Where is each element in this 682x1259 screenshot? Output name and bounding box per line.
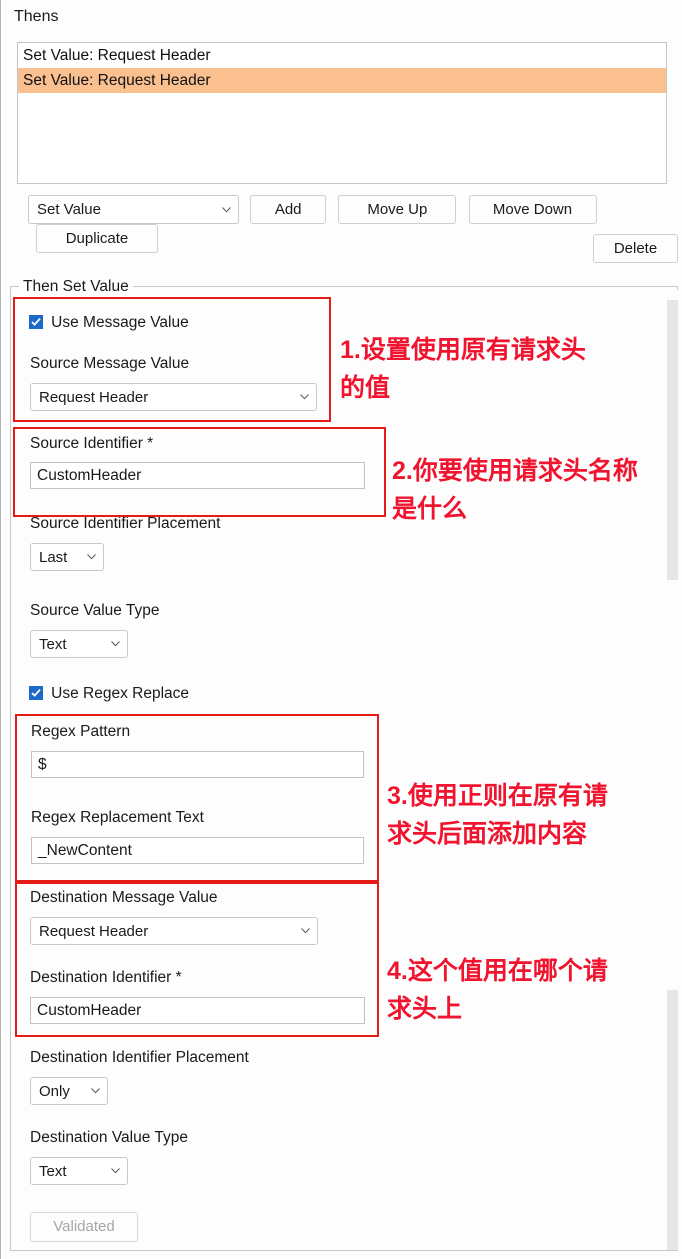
source-value-type-select[interactable]: Text	[30, 630, 128, 658]
annotation-text-1: 1.设置使用原有请求头 的值	[340, 336, 586, 402]
chevron-down-icon	[301, 928, 310, 934]
destination-message-value-label: Destination Message Value	[30, 889, 218, 906]
add-button[interactable]: Add	[250, 195, 327, 224]
action-type-select-value: Set Value	[37, 201, 101, 218]
source-identifier-label: Source Identifier *	[30, 435, 154, 452]
chevron-down-icon	[111, 641, 120, 647]
delete-button[interactable]: Delete	[593, 234, 678, 263]
source-value-type-label: Source Value Type	[30, 602, 160, 619]
list-item[interactable]: Set Value: Request Header	[18, 43, 666, 68]
action-type-select[interactable]: Set Value	[28, 195, 239, 224]
chevron-down-icon	[91, 1088, 100, 1094]
destination-identifier-placement-select[interactable]: Only	[30, 1077, 108, 1105]
destination-identifier-label: Destination Identifier *	[30, 969, 182, 986]
source-identifier-input[interactable]: CustomHeader	[30, 462, 365, 489]
groupbox-border-right	[123, 286, 678, 287]
chevron-down-icon	[300, 394, 309, 400]
then-set-value-panel: Thens Set Value: Request Header Set Valu…	[0, 0, 682, 1259]
destination-message-value-select[interactable]: Request Header	[30, 917, 318, 945]
use-message-value-checkbox[interactable]: Use Message Value	[29, 314, 189, 332]
chevron-down-icon	[222, 206, 231, 213]
source-message-value-select[interactable]: Request Header	[30, 383, 317, 411]
move-up-button[interactable]: Move Up	[338, 195, 457, 224]
use-message-value-label: Use Message Value	[51, 314, 189, 331]
regex-replacement-label: Regex Replacement Text	[31, 809, 204, 826]
source-identifier-placement-select-value: Last	[39, 549, 68, 566]
move-down-button[interactable]: Move Down	[468, 195, 597, 224]
scrollbar-thumb-lower[interactable]	[667, 990, 678, 1250]
annotation-text-2: 2.你要使用请求头名称 是什么	[392, 457, 638, 523]
use-regex-replace-label: Use Regex Replace	[51, 685, 190, 702]
destination-message-value-select-value: Request Header	[39, 923, 149, 940]
validated-button: Validated	[30, 1212, 138, 1242]
destination-identifier-input[interactable]: CustomHeader	[30, 997, 365, 1024]
chevron-down-icon	[111, 1168, 120, 1174]
source-identifier-placement-select[interactable]: Last	[30, 543, 104, 571]
thens-section-title: Thens	[14, 8, 59, 25]
duplicate-button[interactable]: Duplicate	[36, 224, 158, 253]
regex-pattern-input[interactable]: $	[31, 751, 364, 778]
destination-value-type-select-value: Text	[39, 1163, 67, 1180]
regex-replacement-input[interactable]: _NewContent	[31, 837, 364, 864]
destination-value-type-label: Destination Value Type	[30, 1129, 188, 1146]
annotation-text-4: 4.这个值用在哪个请 求头上	[387, 957, 608, 1023]
list-item[interactable]: Set Value: Request Header	[18, 68, 666, 93]
checkbox-checked-icon	[29, 686, 43, 700]
vertical-scrollbar[interactable]	[665, 290, 681, 1250]
chevron-down-icon	[87, 554, 96, 560]
source-message-value-label: Source Message Value	[30, 355, 190, 372]
source-identifier-placement-label: Source Identifier Placement	[30, 515, 221, 532]
thens-list[interactable]: Set Value: Request Header Set Value: Req…	[17, 42, 667, 184]
destination-value-type-select[interactable]: Text	[30, 1157, 128, 1185]
regex-pattern-label: Regex Pattern	[31, 723, 131, 740]
destination-identifier-placement-label: Destination Identifier Placement	[30, 1049, 249, 1066]
annotation-text-3: 3.使用正则在原有请 求头后面添加内容	[387, 782, 608, 848]
destination-identifier-placement-select-value: Only	[39, 1083, 70, 1100]
use-regex-replace-checkbox[interactable]: Use Regex Replace	[29, 685, 189, 703]
thens-toolbar: Set Value Add Move Up Move Down Duplicat…	[28, 195, 678, 253]
groupbox-legend: Then Set Value	[19, 278, 133, 296]
source-value-type-select-value: Text	[39, 636, 67, 653]
checkbox-checked-icon	[29, 315, 43, 329]
source-message-value-select-value: Request Header	[39, 389, 149, 406]
scrollbar-thumb-upper[interactable]	[667, 300, 678, 580]
